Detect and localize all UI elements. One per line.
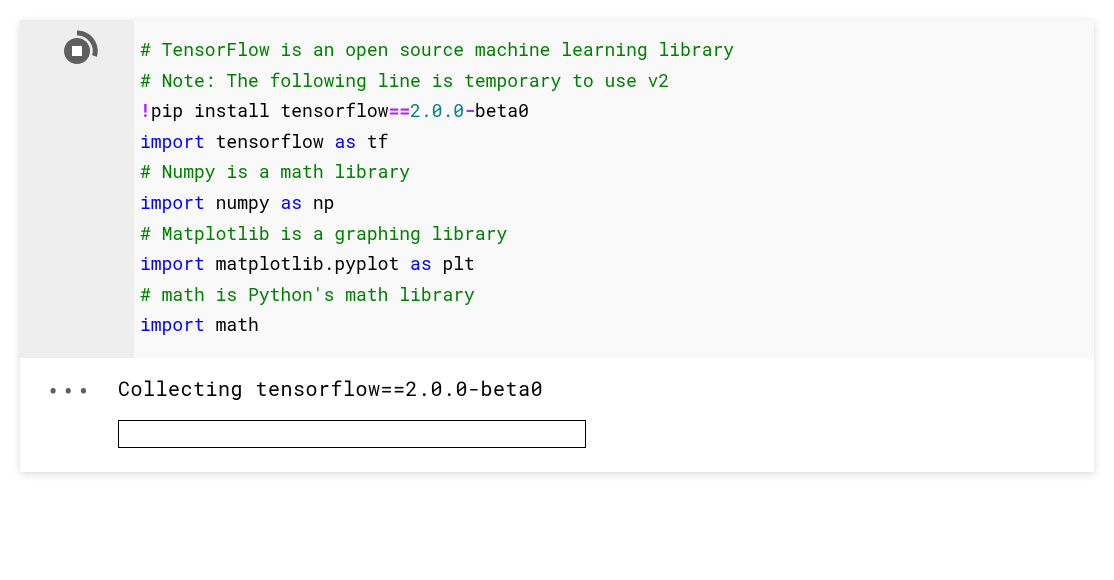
progress-bar — [118, 420, 586, 448]
code-comment: # Note: The following line is temporary … — [140, 68, 669, 92]
code-keyword: import — [140, 312, 205, 336]
code-text: pip install tensorflow — [151, 98, 389, 122]
notebook-cell: # TensorFlow is an open source machine l… — [20, 20, 1094, 472]
code-comment: # math is Python's math library — [140, 282, 475, 306]
code-operator: - — [464, 98, 475, 122]
code-keyword: as — [334, 129, 356, 153]
output-gutter: ••• — [20, 376, 118, 448]
code-editor[interactable]: # TensorFlow is an open source machine l… — [134, 20, 1094, 358]
code-keyword: as — [280, 190, 302, 214]
code-text: numpy — [205, 190, 281, 214]
code-comment: # Numpy is a math library — [140, 159, 410, 183]
code-text: tf — [356, 129, 388, 153]
stop-execution-button[interactable] — [56, 30, 98, 72]
cell-gutter — [20, 20, 134, 358]
cell-output-area: ••• Collecting tensorflow==2.0.0-beta0 — [20, 358, 1094, 472]
code-keyword: import — [140, 190, 205, 214]
code-number: 2.0.0 — [410, 98, 464, 122]
code-text: tensorflow — [205, 129, 335, 153]
code-operator: == — [388, 98, 410, 122]
code-bang: ! — [140, 98, 151, 122]
code-text: beta0 — [475, 98, 529, 122]
stop-icon — [56, 30, 98, 72]
code-keyword: import — [140, 129, 205, 153]
code-keyword: as — [410, 251, 432, 275]
code-keyword: import — [140, 251, 205, 275]
output-menu-dots[interactable]: ••• — [46, 380, 92, 402]
code-comment: # TensorFlow is an open source machine l… — [140, 37, 734, 61]
code-comment: # Matplotlib is a graphing library — [140, 221, 507, 245]
output-content: Collecting tensorflow==2.0.0-beta0 — [118, 376, 1074, 448]
code-input-area: # TensorFlow is an open source machine l… — [20, 20, 1094, 358]
output-text-line: Collecting tensorflow==2.0.0-beta0 — [118, 376, 1074, 402]
code-text: math — [205, 312, 259, 336]
code-text: matplotlib.pyplot — [205, 251, 410, 275]
code-text: np — [302, 190, 334, 214]
code-text: plt — [432, 251, 475, 275]
